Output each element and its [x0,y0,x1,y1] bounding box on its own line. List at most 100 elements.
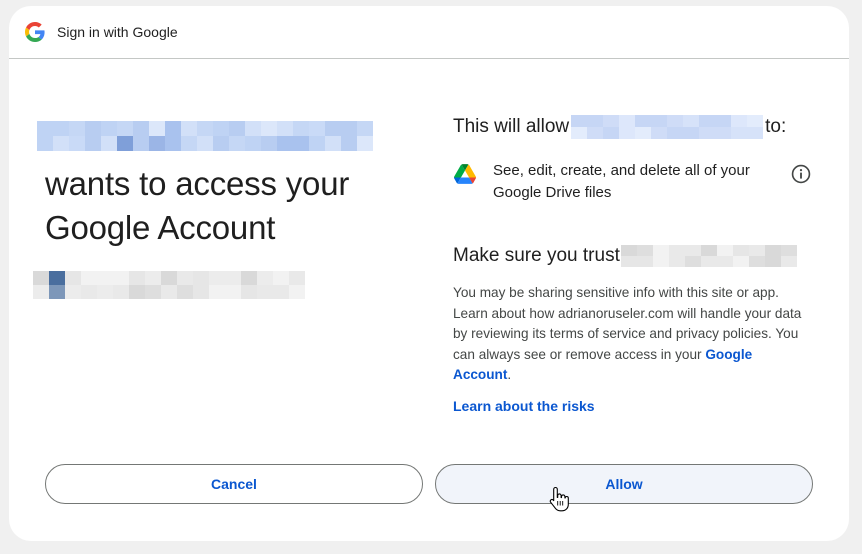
redaction-pixel [213,121,229,136]
redaction-pixel [700,245,717,256]
redaction-pixel [635,127,652,139]
headline-line-2: Google Account [45,209,276,246]
redaction-pixel [145,285,161,299]
allow-button[interactable]: Allow [435,464,813,504]
redaction-pixel [85,121,101,136]
redaction-pixel [165,136,181,151]
redaction-pixel [229,136,245,151]
redaction-pixel [277,121,293,136]
google-drive-icon [454,164,476,184]
redaction-pixel [732,245,749,256]
redaction-pixel [731,127,748,139]
google-g-icon [25,22,45,42]
redaction-pixel [177,285,193,299]
dialog-header: Sign in with Google [9,6,849,59]
redaction-pixel [715,115,732,127]
redaction-pixel [117,136,133,151]
redaction-pixel [113,285,129,299]
redaction-pixel [587,127,604,139]
redaction-pixel [780,245,797,256]
redaction-pixel [165,121,181,136]
redaction-pixel [117,121,133,136]
redaction-pixel [716,245,733,256]
redaction-pixel [667,115,684,127]
redaction-pixel [652,256,669,267]
redaction-pixel [133,121,149,136]
learn-risks-link[interactable]: Learn about the risks [453,396,595,416]
redaction-pixel [683,115,700,127]
scope-description: See, edit, create, and delete all of you… [493,162,750,201]
redaction-pixel [273,285,289,299]
redaction-pixel [635,115,652,127]
redaction-pixel [747,115,764,127]
redaction-pixel [193,285,209,299]
redaction-pixel [293,121,309,136]
redaction-pixel [716,256,733,267]
redaction-pixel [37,136,53,151]
allow-intro: This will allow to: [453,114,786,140]
redaction-pixel [652,245,669,256]
redaction-pixel [69,121,85,136]
redacted-app-name-inline [571,115,764,139]
redaction-pixel [668,256,685,267]
redaction-pixel [764,256,781,267]
redaction-pixel [341,121,357,136]
redaction-pixel [81,285,97,299]
redaction-pixel [684,256,701,267]
redaction-pixel [341,136,357,151]
left-panel: wants to access your Google Account [9,59,429,439]
redaction-pixel [293,136,309,151]
redaction-pixel [245,121,261,136]
dialog-title: Sign in with Google [57,24,178,40]
redaction-pixel [197,121,213,136]
redaction-pixel [65,285,81,299]
redaction-pixel [53,136,69,151]
redaction-pixel [225,271,241,285]
redaction-pixel [241,285,257,299]
redaction-pixel [209,271,225,285]
redaction-pixel [245,136,261,151]
allow-intro-suffix: to: [765,116,787,137]
redaction-pixel [571,115,588,127]
redaction-pixel [261,136,277,151]
redaction-pixel [277,136,293,151]
redaction-pixel [177,271,193,285]
redaction-pixel [668,245,685,256]
redaction-pixel [747,127,764,139]
redaction-pixel [261,121,277,136]
redaction-pixel [603,115,620,127]
trust-description: You may be sharing sensitive info with t… [453,283,803,386]
redaction-pixel [161,271,177,285]
redaction-pixel [699,127,716,139]
cancel-button[interactable]: Cancel [45,464,423,504]
redaction-pixel [748,256,765,267]
right-panel: This will allow to: See, edit, create, a… [453,59,823,439]
redaction-pixel [101,136,117,151]
redaction-pixel [37,121,53,136]
redaction-pixel [229,121,245,136]
redaction-pixel [197,136,213,151]
redaction-pixel [133,136,149,151]
redaction-pixel [325,136,341,151]
redaction-pixel [636,245,653,256]
redaction-pixel [53,121,69,136]
consent-dialog: Sign in with Google wants to access your… [9,6,849,541]
redaction-pixel [273,271,289,285]
redaction-pixel [289,271,305,285]
info-icon[interactable] [790,163,812,185]
redaction-pixel [732,256,749,267]
headline-line-1: wants to access your [45,165,350,202]
redaction-pixel [49,285,65,299]
redaction-pixel [309,136,325,151]
redaction-pixel [65,271,81,285]
redaction-pixel [161,285,177,299]
redaction-pixel [213,136,229,151]
allow-intro-prefix: This will allow [453,116,570,137]
redaction-pixel [113,271,129,285]
redaction-pixel [193,271,209,285]
redaction-pixel [780,256,797,267]
redaction-pixel [619,115,636,127]
redaction-pixel [257,285,273,299]
redaction-pixel [241,271,257,285]
redaction-pixel [699,115,716,127]
